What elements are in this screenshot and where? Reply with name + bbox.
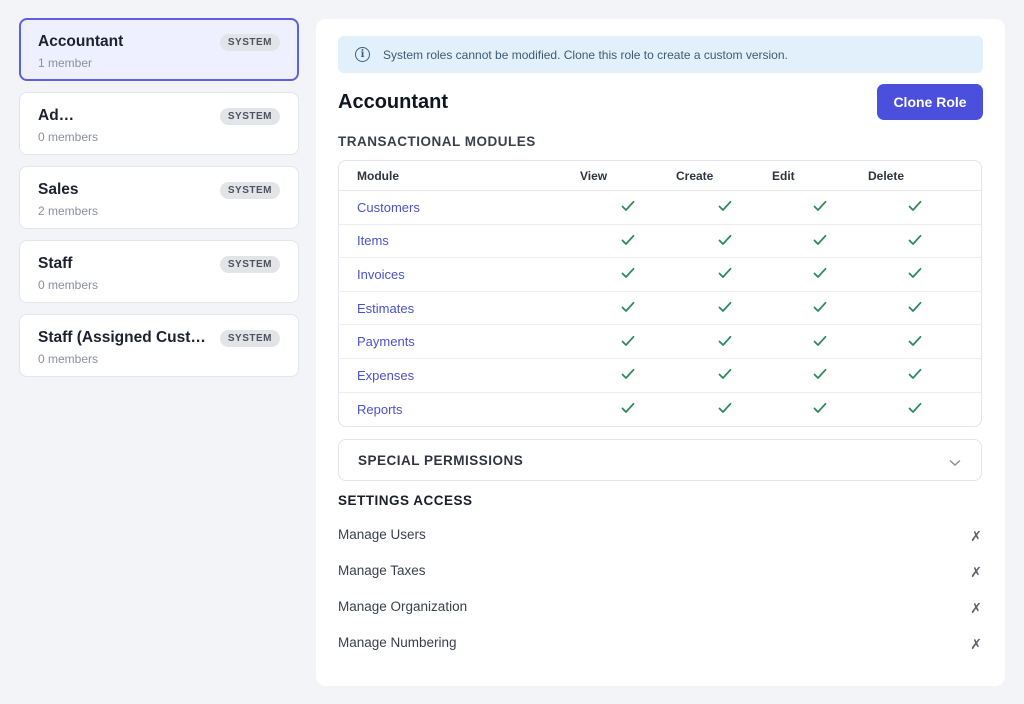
- system-role-notice: i System roles cannot be modified. Clone…: [338, 36, 983, 73]
- check-icon: [813, 301, 827, 315]
- denied-icon: ✗: [970, 637, 982, 654]
- module-link[interactable]: Invoices: [357, 267, 405, 282]
- setting-row: Manage Numbering ✗: [338, 624, 982, 660]
- check-icon: [908, 402, 922, 416]
- check-icon: [718, 301, 732, 315]
- check-icon: [813, 234, 827, 248]
- role-member-count: 0 members: [38, 130, 99, 144]
- module-link[interactable]: Expenses: [357, 368, 414, 383]
- setting-row: Manage Taxes ✗: [338, 552, 982, 588]
- table-row: Items: [339, 225, 981, 259]
- check-icon: [908, 267, 922, 281]
- settings-access-list: Manage Users ✗ Manage Taxes ✗ Manage Organiz…: [338, 516, 982, 660]
- module-rows: Customers Items Invoices Estimates Payments E…: [339, 191, 981, 426]
- check-icon: [718, 234, 732, 248]
- module-link[interactable]: Items: [357, 233, 389, 248]
- check-icon: [621, 200, 635, 214]
- system-badge: SYSTEM: [219, 330, 280, 347]
- module-link[interactable]: Reports: [357, 402, 403, 417]
- role-name: Staff: [38, 255, 73, 272]
- special-permissions-label: SPECIAL PERMISSIONS: [358, 452, 524, 468]
- check-icon: [718, 200, 732, 214]
- column-header-edit: Edit: [772, 168, 795, 183]
- role-member-count: 1 member: [38, 56, 93, 70]
- role-detail-panel: i System roles cannot be modified. Clone…: [316, 19, 1005, 686]
- check-icon: [813, 368, 827, 382]
- info-icon: i: [355, 47, 370, 62]
- role-member-count: 2 members: [38, 204, 99, 218]
- column-header-delete: Delete: [868, 168, 905, 183]
- table-row: Payments: [339, 325, 981, 359]
- check-icon: [718, 335, 732, 349]
- role-card-sales[interactable]: Sales 2 members SYSTEM: [19, 166, 299, 229]
- check-icon: [621, 335, 635, 349]
- setting-label: Manage Numbering: [338, 635, 457, 651]
- check-icon: [621, 402, 635, 416]
- check-icon: [718, 267, 732, 281]
- role-name: Accountant: [38, 33, 124, 50]
- module-link[interactable]: Customers: [357, 200, 420, 215]
- setting-label: Manage Organization: [338, 599, 468, 615]
- table-row: Estimates: [339, 292, 981, 326]
- page-title: Accountant: [338, 91, 448, 113]
- column-header-module: Module: [357, 168, 399, 183]
- table-row: Customers: [339, 191, 981, 225]
- role-member-count: 0 members: [38, 278, 99, 292]
- check-icon: [718, 402, 732, 416]
- check-icon: [908, 200, 922, 214]
- notice-text: System roles cannot be modified. Clone t…: [383, 47, 788, 62]
- check-icon: [621, 368, 635, 382]
- transactional-modules-heading: TRANSACTIONAL MODULES: [338, 134, 536, 149]
- setting-label: Manage Taxes: [338, 563, 426, 579]
- check-icon: [813, 200, 827, 214]
- role-list: Accountant 1 member SYSTEM Ad… 0 members…: [19, 18, 299, 388]
- check-icon: [908, 234, 922, 248]
- module-link[interactable]: Estimates: [357, 301, 414, 316]
- denied-icon: ✗: [970, 529, 982, 546]
- check-icon: [908, 301, 922, 315]
- role-name: Staff (Assigned Cust…: [38, 329, 206, 346]
- check-icon: [908, 335, 922, 349]
- check-icon: [718, 368, 732, 382]
- column-header-create: Create: [676, 168, 714, 183]
- app-root: Accountant 1 member SYSTEM Ad… 0 members…: [0, 0, 1024, 704]
- role-card-staff[interactable]: Staff 0 members SYSTEM: [19, 240, 299, 303]
- system-badge: SYSTEM: [219, 108, 280, 125]
- table-row: Invoices: [339, 258, 981, 292]
- modules-permission-table: Module View Create Edit Delete Customers…: [338, 160, 982, 428]
- setting-row: Manage Users ✗: [338, 516, 982, 552]
- role-card-staff-assigned[interactable]: Staff (Assigned Cust… 0 members SYSTEM: [19, 314, 299, 377]
- role-member-count: 0 members: [38, 352, 99, 366]
- denied-icon: ✗: [970, 565, 982, 582]
- check-icon: [908, 368, 922, 382]
- check-icon: [621, 267, 635, 281]
- check-icon: [813, 402, 827, 416]
- settings-access-heading: SETTINGS ACCESS: [338, 493, 473, 509]
- title-row: Accountant Clone Role: [338, 73, 983, 133]
- clone-role-button[interactable]: Clone Role: [877, 84, 983, 120]
- system-badge: SYSTEM: [219, 256, 280, 273]
- role-name: Sales: [38, 181, 79, 198]
- setting-row: Manage Organization ✗: [338, 588, 982, 624]
- setting-label: Manage Users: [338, 527, 426, 543]
- check-icon: [813, 267, 827, 281]
- special-permissions-toggle[interactable]: SPECIAL PERMISSIONS: [338, 439, 982, 482]
- role-name: Ad…: [38, 107, 75, 124]
- role-card-accountant[interactable]: Accountant 1 member SYSTEM: [19, 18, 299, 81]
- table-row: Expenses: [339, 359, 981, 393]
- check-icon: [621, 234, 635, 248]
- table-header: Module View Create Edit Delete: [339, 161, 981, 191]
- check-icon: [621, 301, 635, 315]
- table-row: Reports: [339, 393, 981, 427]
- system-badge: SYSTEM: [219, 182, 280, 199]
- check-icon: [813, 335, 827, 349]
- system-badge: SYSTEM: [219, 34, 280, 51]
- chevron-down-icon: [949, 454, 961, 472]
- role-card-admin[interactable]: Ad… 0 members SYSTEM: [19, 92, 299, 155]
- module-link[interactable]: Payments: [357, 334, 415, 349]
- denied-icon: ✗: [970, 601, 982, 618]
- column-header-view: View: [580, 168, 608, 183]
